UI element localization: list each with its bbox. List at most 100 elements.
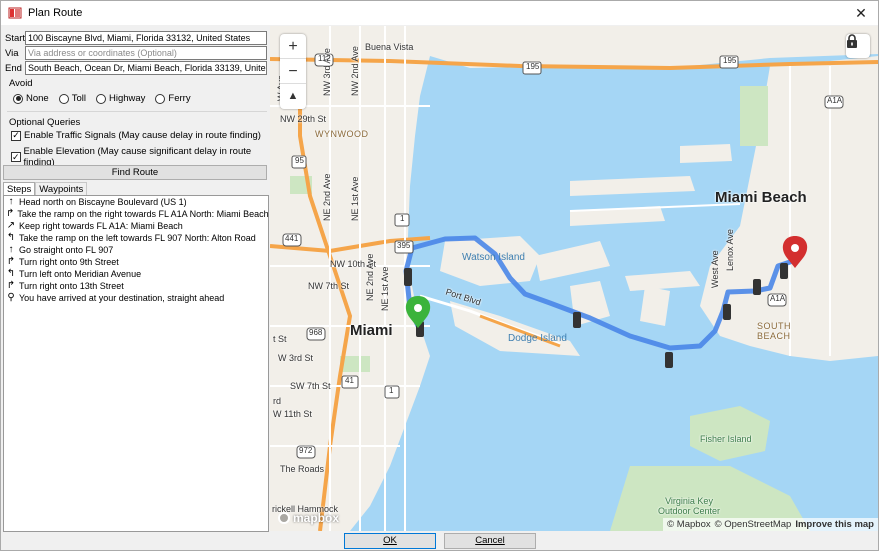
map-label-watson: Watson Island	[462, 252, 525, 263]
zoom-control: + − ▲	[280, 34, 306, 109]
end-field[interactable]: South Beach, Ocean Dr, Miami Beach, Flor…	[25, 61, 267, 75]
list-item[interactable]: ↑ Head north on Biscayne Boulevard (US 1)	[4, 196, 268, 208]
start-field[interactable]: 100 Biscayne Blvd, Miami, Florida 33132,…	[25, 31, 267, 45]
optional-queries-label: Optional Queries	[9, 117, 81, 128]
avoid-options: None Toll Highway Ferry	[13, 93, 191, 104]
map-attribution: © Mapbox © OpenStreetMap Improve this ma…	[663, 518, 878, 531]
list-item[interactable]: ↑ Go straight onto FL 907	[4, 244, 268, 256]
shield-112-text: 112	[318, 54, 331, 63]
step-text: Turn left onto Meridian Avenue	[19, 269, 142, 279]
step-text: Go straight onto FL 907	[19, 245, 114, 255]
step-text: Take the ramp on the left towards FL 907…	[19, 233, 256, 243]
mapbox-logo-text: mapbox	[293, 511, 340, 525]
via-field[interactable]: Via address or coordinates (Optional)	[25, 46, 267, 60]
map-label-ne2: NE 2nd Ave	[365, 253, 375, 301]
map-label-miami-beach: Miami Beach	[715, 189, 807, 206]
ok-label: OK	[383, 535, 397, 546]
shield-972-text: 972	[299, 446, 313, 455]
step-text: Turn right onto 13th Street	[19, 281, 124, 291]
route-form-panel: Start 100 Biscayne Blvd, Miami, Florida …	[3, 28, 269, 532]
lock-icon	[847, 34, 857, 48]
cancel-label: Cancel	[475, 535, 505, 546]
avoid-toll-radio[interactable]: Toll	[58, 93, 86, 104]
start-row: Start 100 Biscayne Blvd, Miami, Florida …	[3, 31, 267, 45]
start-label: Start	[5, 32, 26, 44]
tab-steps[interactable]: Steps	[3, 182, 36, 196]
steps-list[interactable]: ↑ Head north on Biscayne Boulevard (US 1)…	[3, 195, 269, 532]
map-label-nw29: NW 29th St	[280, 114, 327, 124]
avoid-highway-label: Highway	[108, 93, 146, 104]
map-label-the-roads: The Roads	[280, 464, 325, 474]
ramp-left-icon: ↰	[6, 232, 16, 243]
radio-icon	[58, 93, 69, 104]
zoom-out-button[interactable]: −	[280, 59, 306, 84]
lock-button[interactable]	[846, 34, 870, 58]
avoid-none-radio[interactable]: None	[13, 93, 49, 104]
shield-195b-text: 195	[723, 56, 737, 65]
avoid-toll-label: Toll	[71, 93, 86, 104]
via-row: Via Via address or coordinates (Optional…	[3, 46, 267, 60]
radio-icon	[95, 93, 106, 104]
map-label-fisher: Fisher Island	[700, 434, 752, 444]
map-label-miami: Miami	[350, 322, 393, 339]
radio-icon	[155, 93, 166, 104]
route-map[interactable]: Buena Vista WYNWOOD NW 29th St NW 10th S…	[270, 26, 878, 531]
result-tabs: Steps Waypoints	[3, 182, 88, 196]
find-route-button[interactable]: Find Route	[3, 165, 267, 180]
list-item[interactable]: ↱ Take the ramp on the right towards FL A…	[4, 208, 269, 220]
list-item[interactable]: ↱ Turn right onto 9th Street	[4, 256, 268, 268]
avoid-highway-radio[interactable]: Highway	[95, 93, 146, 104]
divider	[7, 111, 267, 112]
mapbox-logo-icon	[278, 512, 290, 524]
map-app-icon	[8, 6, 22, 20]
step-text: Take the ramp on the right towards FL A1…	[17, 209, 269, 219]
avoid-label: Avoid	[9, 78, 33, 89]
attribution-osm-link[interactable]: © OpenStreetMap	[715, 519, 792, 530]
list-item[interactable]: ↱ Turn right onto 13th Street	[4, 280, 268, 292]
shield-441-text: 441	[285, 234, 299, 243]
shield-95-text: 95	[295, 156, 304, 165]
traffic-signals-checkbox[interactable]: ✓ Enable Traffic Signals (May cause dela…	[11, 130, 261, 141]
cancel-button[interactable]: Cancel	[444, 533, 536, 549]
list-item[interactable]: ↰ Take the ramp on the left towards FL 90…	[4, 232, 268, 244]
improve-map-link[interactable]: Improve this map	[795, 519, 874, 530]
mapbox-logo: mapbox	[278, 511, 339, 525]
turn-left-icon: ↰	[6, 268, 16, 279]
attribution-mapbox-link[interactable]: © Mapbox	[667, 519, 710, 530]
map-label-w3rd: W 3rd St	[278, 353, 314, 363]
end-row: End South Beach, Ocean Dr, Miami Beach, …	[3, 61, 267, 75]
map-label-wynwood: WYNWOOD	[315, 129, 369, 139]
shield-a1a-b-text: A1A	[770, 294, 786, 303]
close-button[interactable]: ✕	[852, 4, 870, 22]
avoid-ferry-label: Ferry	[168, 93, 191, 104]
zoom-in-button[interactable]: +	[280, 34, 306, 59]
map-label-west-ave: West Ave	[710, 250, 720, 288]
list-item[interactable]: ↗ Keep right towards FL A1A: Miami Beach	[4, 220, 268, 232]
ok-button[interactable]: OK	[344, 533, 436, 549]
list-item[interactable]: ⚲ You have arrived at your destination, s…	[4, 292, 268, 304]
step-text: Keep right towards FL A1A: Miami Beach	[19, 221, 183, 231]
list-item[interactable]: ↰ Turn left onto Meridian Avenue	[4, 268, 268, 280]
step-text: You have arrived at your destination, st…	[19, 293, 225, 303]
map-label-sw7: SW 7th St	[290, 381, 331, 391]
map-label-ne1-short: NE 1st Ave	[350, 176, 360, 221]
tab-waypoints[interactable]: Waypoints	[35, 182, 88, 196]
map-label-nw2nd: NW 2nd Ave	[350, 46, 360, 96]
map-label-ne2-short: NE 2nd Ave	[322, 173, 332, 221]
shield-395-text: 395	[397, 241, 411, 250]
map-label-lenox: Lenox Ave	[725, 229, 735, 271]
checkmark-icon: ✓	[11, 151, 21, 162]
shield-a1a-text: A1A	[827, 96, 843, 105]
step-text: Turn right onto 9th Street	[19, 257, 119, 267]
compass-button[interactable]: ▲	[280, 84, 306, 109]
end-label: End	[5, 62, 22, 74]
window-title: Plan Route	[28, 7, 83, 19]
turn-right-icon: ↱	[6, 256, 16, 267]
turn-right-icon: ↱	[6, 280, 16, 291]
ramp-right-icon: ↱	[6, 208, 15, 219]
map-canvas	[270, 26, 878, 531]
avoid-ferry-radio[interactable]: Ferry	[155, 93, 191, 104]
step-text: Head north on Biscayne Boulevard (US 1)	[19, 197, 187, 207]
map-label-t-st: t St	[273, 334, 287, 344]
map-label-ne1: NE 1st Ave	[380, 266, 390, 311]
